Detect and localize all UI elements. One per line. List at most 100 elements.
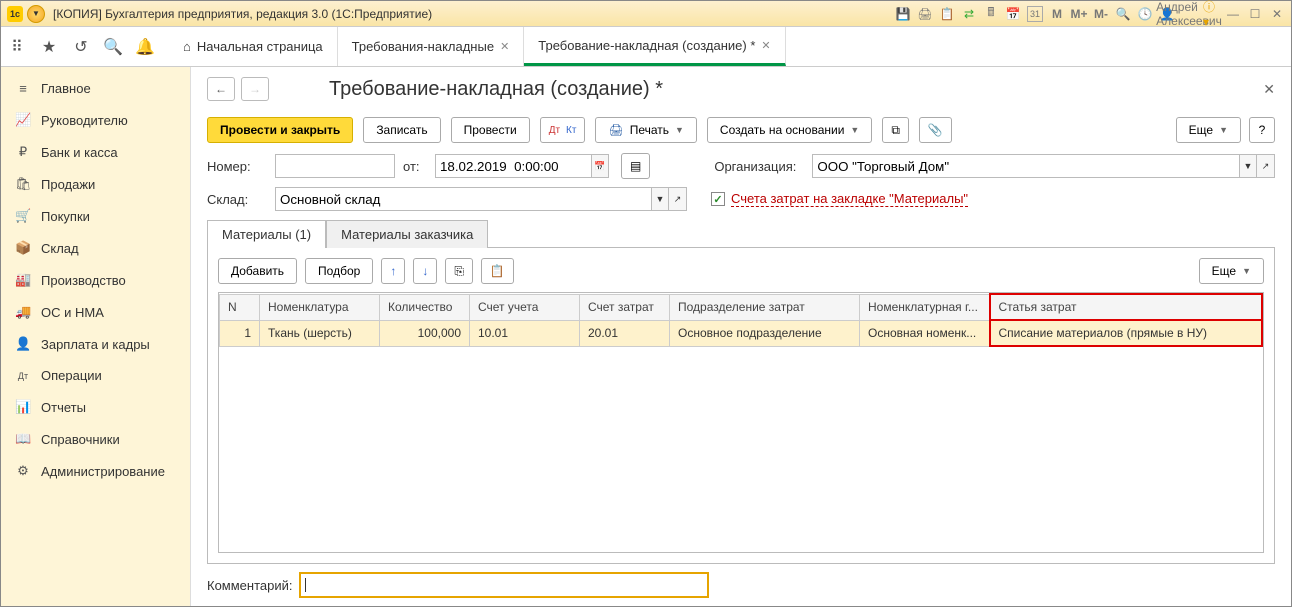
paste-button[interactable]: 📋	[481, 258, 514, 284]
col-dept[interactable]: Подразделение затрат	[670, 294, 860, 320]
table-more-button[interactable]: Еще▼	[1199, 258, 1264, 284]
save-icon[interactable]: 💾	[895, 6, 911, 22]
forward-button[interactable]: →	[241, 77, 269, 101]
calendar-icon[interactable]: 📅	[1005, 6, 1021, 22]
close-icon[interactable]: ✕	[500, 40, 509, 53]
cell-cost[interactable]: 20.01	[580, 320, 670, 346]
sidebar-item-reports[interactable]: 📊Отчеты	[1, 391, 190, 423]
close-icon[interactable]: ✕	[761, 39, 770, 52]
post-button[interactable]: Провести	[451, 117, 530, 143]
sidebar-item-salary[interactable]: 👤Зарплата и кадры	[1, 328, 190, 360]
clock-icon[interactable]: 🕓	[1137, 6, 1153, 22]
sidebar-item-purchases[interactable]: 🛒Покупки	[1, 200, 190, 232]
sidebar-item-label: Отчеты	[41, 400, 86, 415]
clipboard-icon[interactable]: 📋	[939, 6, 955, 22]
new-doc-button[interactable]: ▤	[621, 153, 650, 179]
info-icon[interactable]: ⓘ ▾	[1203, 6, 1219, 22]
col-article[interactable]: Статья затрат	[990, 294, 1263, 320]
col-item[interactable]: Номенклатура	[260, 294, 380, 320]
mminus-button[interactable]: M-	[1093, 6, 1109, 22]
page-close-button[interactable]: ✕	[1263, 81, 1275, 98]
cell-article[interactable]: Списание материалов (прямые в НУ)	[990, 320, 1263, 346]
dtkt-button[interactable]: ДтКт	[540, 117, 586, 143]
col-acct[interactable]: Счет учета	[470, 294, 580, 320]
post-close-button[interactable]: Провести и закрыть	[207, 117, 353, 143]
cell-item[interactable]: Ткань (шерсть)	[260, 320, 380, 346]
help-button[interactable]: ?	[1249, 117, 1275, 143]
cell-ngrp[interactable]: Основная номенк...	[860, 320, 990, 346]
close-button[interactable]: ✕	[1269, 6, 1285, 22]
number-input[interactable]	[275, 154, 395, 178]
compare-icon[interactable]: ⇄	[961, 6, 977, 22]
col-ngrp[interactable]: Номенклатурная г...	[860, 294, 990, 320]
structure-button[interactable]: ⧉	[882, 117, 909, 143]
cost-link[interactable]: Счета затрат на закладке "Материалы"	[731, 191, 968, 207]
star-icon[interactable]: ★	[33, 27, 65, 66]
table-row[interactable]: 1 Ткань (шерсть) 100,000 10.01 20.01 Осн…	[220, 320, 1263, 346]
user-name[interactable]: Андрей Алексеевич	[1181, 6, 1197, 22]
minimize-button[interactable]: —	[1225, 6, 1241, 22]
tab-customer-materials[interactable]: Материалы заказчика	[326, 220, 488, 248]
m-button[interactable]: M	[1049, 6, 1065, 22]
warehouse-input[interactable]	[275, 187, 651, 211]
comment-input[interactable]	[299, 572, 709, 598]
sidebar-item-bank[interactable]: ₽Банк и касса	[1, 136, 190, 168]
move-down-button[interactable]: ↓	[413, 258, 437, 284]
sidebar-item-sales[interactable]: 🛍Продажи	[1, 168, 190, 200]
col-qty[interactable]: Количество	[380, 294, 470, 320]
mplus-button[interactable]: M+	[1071, 6, 1087, 22]
back-button[interactable]: ←	[207, 77, 235, 101]
tab-requisition-create[interactable]: Требование-накладная (создание) * ✕	[524, 27, 785, 66]
more-button[interactable]: Еще▼	[1176, 117, 1241, 143]
tab-home[interactable]: ⌂ Начальная страница	[169, 27, 338, 66]
create-based-button[interactable]: Создать на основании▼	[707, 117, 872, 143]
print-icon[interactable]: 🖨	[917, 6, 933, 22]
apps-icon[interactable]: ⠿	[1, 27, 33, 66]
add-button[interactable]: Добавить	[218, 258, 297, 284]
copy-button[interactable]: ⎘	[445, 258, 473, 284]
calendar-icon[interactable]: 📅	[591, 154, 609, 178]
date-icon[interactable]: 31	[1027, 6, 1043, 22]
zoom-icon[interactable]: 🔍	[1115, 6, 1131, 22]
caret-down-icon[interactable]: ▼	[651, 187, 669, 211]
sidebar-item-production[interactable]: 🏭Производство	[1, 264, 190, 296]
warehouse-field[interactable]: ▼ ↗	[275, 187, 687, 211]
cell-dept[interactable]: Основное подразделение	[670, 320, 860, 346]
tab-requisitions[interactable]: Требования-накладные ✕	[338, 27, 525, 66]
sidebar-item-assets[interactable]: 🚚ОС и НМА	[1, 296, 190, 328]
history-icon[interactable]: ↺	[65, 27, 97, 66]
tab-materials[interactable]: Материалы (1)	[207, 220, 326, 248]
dropdown-icon[interactable]: ▼	[27, 5, 45, 23]
org-input[interactable]	[812, 154, 1239, 178]
sidebar-item-catalogs[interactable]: 📖Справочники	[1, 423, 190, 455]
maximize-button[interactable]: ☐	[1247, 6, 1263, 22]
move-up-button[interactable]: ↑	[381, 258, 405, 284]
bell-icon[interactable]: 🔔	[129, 27, 161, 66]
printer-icon: 🖨	[608, 123, 623, 137]
sidebar-item-manager[interactable]: 📈Руководителю	[1, 104, 190, 136]
date-field[interactable]: 📅	[435, 154, 609, 178]
print-button[interactable]: 🖨Печать▼	[595, 117, 696, 143]
cell-qty[interactable]: 100,000	[380, 320, 470, 346]
pick-button[interactable]: Подбор	[305, 258, 373, 284]
col-cost[interactable]: Счет затрат	[580, 294, 670, 320]
cell-acct[interactable]: 10.01	[470, 320, 580, 346]
sidebar-item-main[interactable]: ≡Главное	[1, 73, 190, 104]
materials-grid[interactable]: N Номенклатура Количество Счет учета Сче…	[219, 293, 1263, 347]
col-n[interactable]: N	[220, 294, 260, 320]
calc-icon[interactable]: 🖩	[983, 6, 999, 22]
sidebar-item-operations[interactable]: ДтОперации	[1, 360, 190, 391]
form-row-warehouse: Склад: ▼ ↗ ✓ Счета затрат на закладке "М…	[207, 187, 1275, 211]
sidebar-item-admin[interactable]: ⚙Администрирование	[1, 455, 190, 487]
cost-checkbox[interactable]: ✓ Счета затрат на закладке "Материалы"	[711, 191, 968, 207]
org-field[interactable]: ▼ ↗	[812, 154, 1275, 178]
write-button[interactable]: Записать	[363, 117, 440, 143]
attach-button[interactable]: 📎	[919, 117, 952, 143]
date-input[interactable]	[435, 154, 591, 178]
search-icon[interactable]: 🔍	[97, 27, 129, 66]
open-icon[interactable]: ↗	[669, 187, 687, 211]
caret-down-icon[interactable]: ▼	[1239, 154, 1257, 178]
sidebar-item-warehouse[interactable]: 📦Склад	[1, 232, 190, 264]
cell-n[interactable]: 1	[220, 320, 260, 346]
open-icon[interactable]: ↗	[1257, 154, 1275, 178]
